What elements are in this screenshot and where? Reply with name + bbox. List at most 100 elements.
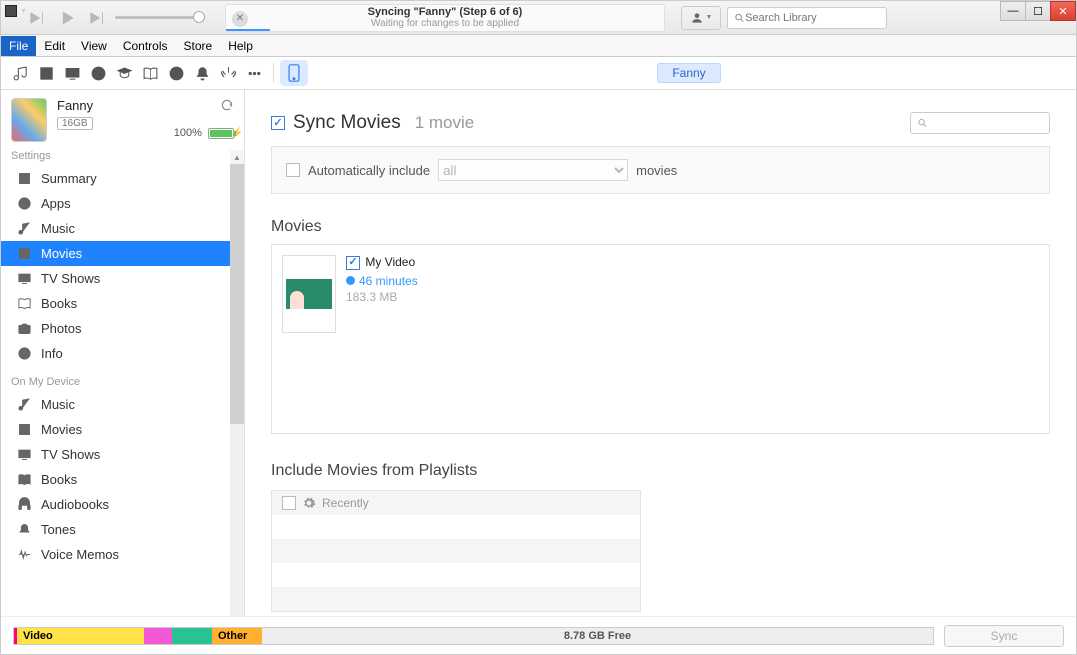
sidebar-item-label: TV Shows <box>41 447 100 462</box>
storage-other: Other <box>212 628 262 644</box>
status-progress <box>226 29 270 31</box>
auto-include-checkbox[interactable] <box>286 163 300 177</box>
itunesu-icon[interactable] <box>111 60 137 86</box>
content: Sync Movies 1 movie Automatically includ… <box>245 90 1076 616</box>
device-tab[interactable]: Fanny <box>657 63 720 83</box>
scroll-thumb[interactable] <box>230 164 244 424</box>
status-pane: ✕ Syncing "Fanny" (Step 6 of 6) Waiting … <box>225 4 665 32</box>
movie-checkbox[interactable] <box>346 256 360 270</box>
podcast-icon[interactable] <box>85 60 111 86</box>
sidebar-item-label: Music <box>41 221 75 236</box>
sidebar-item-label: Books <box>41 296 77 311</box>
movie-title: My Video <box>365 255 415 269</box>
next-button[interactable] <box>85 6 109 30</box>
ondevice-books[interactable]: Books <box>1 467 244 492</box>
footer: Video Other 8.78 GB Free Sync <box>1 616 1076 654</box>
search-library[interactable] <box>727 7 887 29</box>
minimize-button[interactable]: — <box>1000 1 1026 21</box>
storage-apps <box>172 628 212 644</box>
separator <box>273 63 274 83</box>
playlist-checkbox[interactable] <box>282 496 296 510</box>
top-chrome: ▼ ✕ Syncing "Fanny" (Step 6 of 6) Waitin… <box>1 1 1076 35</box>
status-subtitle: Waiting for changes to be applied <box>371 18 519 29</box>
prev-button[interactable] <box>25 6 49 30</box>
cancel-sync-button[interactable]: ✕ <box>232 11 248 27</box>
sync-movies-checkbox[interactable] <box>271 116 285 130</box>
ondevice-audiobooks[interactable]: Audiobooks <box>1 492 244 517</box>
playlist-label: Recently <box>322 496 369 510</box>
sidebar-scrollbar[interactable]: ▲ ▼ <box>230 150 244 616</box>
window-buttons: — ☐ ✕ <box>1001 1 1076 21</box>
battery-icon: ⚡ <box>208 128 234 139</box>
settings-heading: Settings <box>1 146 244 166</box>
maximize-button[interactable]: ☐ <box>1025 1 1051 21</box>
books-icon[interactable] <box>137 60 163 86</box>
movies-heading: Movies <box>271 218 1050 236</box>
shared-icon[interactable] <box>215 60 241 86</box>
sidebar-item-music[interactable]: Music <box>1 216 244 241</box>
ondevice-music[interactable]: Music <box>1 392 244 417</box>
menu-view[interactable]: View <box>73 36 115 56</box>
sync-icon[interactable] <box>220 98 234 112</box>
sidebar-item-apps[interactable]: Apps <box>1 191 244 216</box>
menu-file[interactable]: File <box>1 36 36 56</box>
storage-bar: Video Other 8.78 GB Free <box>13 627 934 645</box>
menubar: File Edit View Controls Store Help <box>1 35 1076 57</box>
ondevice-voicememos[interactable]: Voice Memos <box>1 542 244 567</box>
sidebar-item-label: Movies <box>41 422 82 437</box>
search-icon <box>734 12 745 24</box>
close-button[interactable]: ✕ <box>1050 1 1076 21</box>
battery-pct: 100% <box>174 127 202 139</box>
volume-slider[interactable] <box>115 16 205 19</box>
sidebar-item-photos[interactable]: Photos <box>1 316 244 341</box>
sidebar-item-label: Photos <box>41 321 81 336</box>
scroll-up-icon[interactable]: ▲ <box>230 150 244 164</box>
sidebar-item-books[interactable]: Books <box>1 291 244 316</box>
ondevice-movies[interactable]: Movies <box>1 417 244 442</box>
movie-item[interactable]: My Video 46 minutes 183.3 MB <box>282 255 1039 333</box>
movie-duration: 46 minutes <box>359 274 418 288</box>
auto-include-suffix: movies <box>636 163 677 178</box>
movies-icon[interactable] <box>33 60 59 86</box>
sidebar-item-label: Tones <box>41 522 76 537</box>
sidebar-item-label: Info <box>41 346 63 361</box>
storage-video: Video <box>14 628 144 644</box>
menu-edit[interactable]: Edit <box>36 36 73 56</box>
sidebar-item-label: Summary <box>41 171 97 186</box>
play-button[interactable] <box>55 6 79 30</box>
sidebar-item-info[interactable]: Info <box>1 341 244 366</box>
search-movies[interactable] <box>910 112 1050 134</box>
tv-icon[interactable] <box>59 60 85 86</box>
sidebar-item-tvshows[interactable]: TV Shows <box>1 266 244 291</box>
body: Fanny 16GB 100% ⚡ Settings Summary Apps … <box>1 90 1076 616</box>
ondevice-tvshows[interactable]: TV Shows <box>1 442 244 467</box>
sync-button[interactable]: Sync <box>944 625 1064 647</box>
gear-icon <box>302 496 316 510</box>
sidebar-item-label: Books <box>41 472 77 487</box>
menu-help[interactable]: Help <box>220 36 261 56</box>
tones-icon[interactable] <box>189 60 215 86</box>
storage-photos <box>144 628 172 644</box>
menu-store[interactable]: Store <box>176 36 221 56</box>
playlist-row[interactable]: Recently <box>272 491 640 515</box>
search-movies-input[interactable] <box>928 117 1043 129</box>
menu-controls[interactable]: Controls <box>115 36 176 56</box>
account-button[interactable]: ▼ <box>681 6 721 30</box>
music-icon[interactable] <box>7 60 33 86</box>
sidebar-item-label: TV Shows <box>41 271 100 286</box>
search-icon <box>917 117 928 129</box>
sidebar-item-label: Voice Memos <box>41 547 119 562</box>
sidebar-item-movies[interactable]: Movies <box>1 241 244 266</box>
apps-icon[interactable] <box>163 60 189 86</box>
device-button[interactable] <box>280 60 308 86</box>
movie-thumb <box>282 255 336 333</box>
auto-include-select[interactable]: all <box>438 159 628 181</box>
search-library-input[interactable] <box>745 12 880 24</box>
app-menu[interactable]: ▼ <box>3 3 27 19</box>
sync-movies-label: Sync Movies <box>293 112 401 134</box>
playback-controls <box>25 6 109 30</box>
category-bar: Fanny <box>1 57 1076 90</box>
more-icon[interactable] <box>241 60 267 86</box>
sidebar-item-summary[interactable]: Summary <box>1 166 244 191</box>
ondevice-tones[interactable]: Tones <box>1 517 244 542</box>
